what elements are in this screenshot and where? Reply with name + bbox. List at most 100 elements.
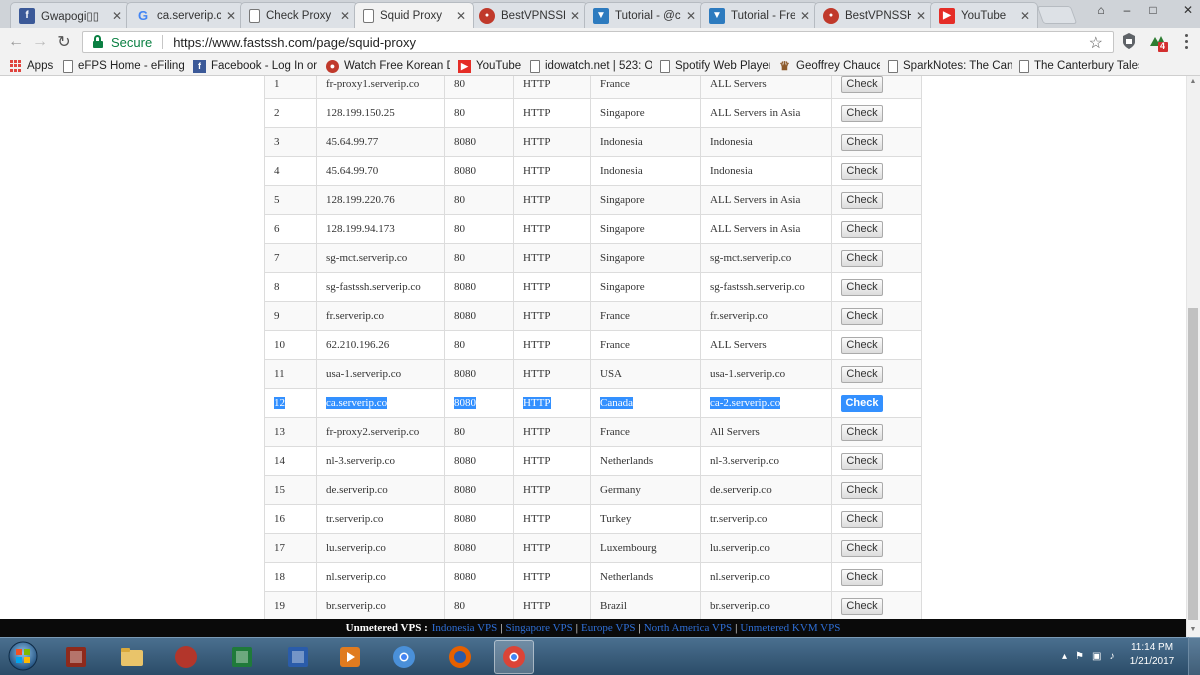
show-desktop-button[interactable] (1188, 637, 1200, 675)
volume-icon[interactable]: ♪ (1109, 651, 1114, 662)
bookmark-item[interactable]: f Facebook - Log In or (193, 58, 321, 74)
proxy-country: Singapore (600, 252, 645, 264)
reload-button[interactable]: ↻ (54, 32, 74, 52)
bookmark-star-icon[interactable]: ☆ (1089, 33, 1103, 53)
proxy-country-cell: Singapore (590, 214, 701, 244)
chromium-app[interactable] (384, 640, 424, 674)
app-round-red[interactable] (166, 640, 206, 674)
bookmark-item[interactable]: Spotify Web Player (660, 58, 770, 74)
check-button[interactable]: Check (841, 278, 883, 296)
new-tab-button[interactable] (1036, 6, 1078, 24)
proxy-country: Turkey (600, 513, 632, 525)
bookmark-item[interactable]: ♛ Geoffrey Chaucer (778, 58, 880, 74)
tab-2[interactable]: Gca.serverip.cc ✕ (126, 2, 244, 28)
check-button[interactable]: Check (841, 191, 883, 209)
tab-close-icon[interactable]: ✕ (915, 9, 927, 23)
scroll-down-arrow-icon[interactable]: ▼ (1188, 626, 1198, 634)
minimize-button[interactable]: – (1114, 0, 1140, 20)
server-name: All Servers (710, 426, 760, 438)
scroll-thumb[interactable] (1188, 308, 1198, 620)
proxy-country: Luxembourg (600, 542, 657, 554)
address-bar[interactable]: Secure https://www.fastssh.com/page/squi… (82, 31, 1114, 53)
excel-app[interactable] (222, 640, 262, 674)
tab-9[interactable]: ▶ YouTube ✕ (930, 2, 1038, 28)
chrome-app[interactable] (494, 640, 534, 674)
forward-button[interactable]: → (30, 32, 50, 52)
check-button[interactable]: Check (841, 452, 883, 470)
explorer-app[interactable] (112, 640, 152, 674)
firefox-app[interactable] (440, 640, 480, 674)
user-profile-icon[interactable]: ⌂ (1088, 0, 1114, 20)
vps-link[interactable]: Indonesia VPS (432, 622, 498, 634)
bookmark-item[interactable]: SparkNotes: The Cant (888, 58, 1012, 74)
check-button[interactable]: Check (841, 365, 883, 383)
proxy-port: 8080 (454, 542, 476, 554)
row-number: 12 (274, 397, 285, 409)
check-button[interactable]: Check (841, 307, 883, 325)
extension-badge-icon[interactable]: 4 (1148, 32, 1168, 52)
system-clock[interactable]: 11:14 PM 1/21/2017 (1122, 641, 1182, 669)
tab-close-icon[interactable]: ✕ (685, 9, 697, 23)
tab-6[interactable]: ▼ Tutorial - @c ✕ (584, 2, 704, 28)
tab-1[interactable]: f Gwapogi▯▯ ✕ (10, 2, 130, 28)
winrar-app[interactable] (56, 640, 96, 674)
bookmark-item[interactable]: The Canterbury Tales (1019, 58, 1139, 74)
scroll-up-arrow-icon[interactable]: ▲ (1188, 78, 1198, 86)
tab-7[interactable]: ▼ Tutorial - Fre ✕ (700, 2, 818, 28)
check-button[interactable]: Check (841, 162, 883, 180)
tab-3[interactable]: Check Proxy ✕ (240, 2, 358, 28)
bookmark-item[interactable]: ▶ YouTube (458, 58, 524, 74)
vps-link[interactable]: North America VPS (644, 622, 732, 634)
vps-link[interactable]: Singapore VPS (505, 622, 572, 634)
network-icon[interactable]: ▣ (1092, 651, 1101, 662)
tray-expand-icon[interactable]: ▴ (1062, 651, 1067, 662)
tab-4[interactable]: Squid Proxy ✕ (354, 2, 474, 28)
check-button[interactable]: Check (841, 597, 883, 615)
bookmark-item[interactable]: Apps (9, 58, 59, 74)
bookmark-item[interactable]: ● Watch Free Korean Dr (326, 58, 450, 74)
check-button[interactable]: Check (841, 510, 883, 528)
action-center-flag-icon[interactable]: ⚑ (1075, 651, 1084, 662)
check-button[interactable]: Check (841, 539, 883, 557)
proxy-host: fr-proxy2.serverip.co (326, 426, 420, 438)
url-text[interactable]: https://www.fastssh.com/page/squid-proxy (173, 35, 416, 50)
maximize-button[interactable]: □ (1140, 0, 1166, 20)
check-button[interactable]: Check (841, 133, 883, 151)
check-cell: Check (831, 562, 922, 592)
bookmark-item[interactable]: idowatch.net | 523: O (530, 58, 652, 74)
tab-close-icon[interactable]: ✕ (339, 9, 351, 23)
check-button[interactable]: Check (841, 249, 883, 267)
tab-close-icon[interactable]: ✕ (569, 9, 581, 23)
proxy-type: HTTP (523, 571, 551, 583)
check-button[interactable]: Check (841, 76, 883, 93)
tab-5[interactable]: ● BestVPNSSH ✕ (470, 2, 588, 28)
tab-close-icon[interactable]: ✕ (225, 9, 237, 23)
back-button[interactable]: ← (6, 32, 26, 52)
close-window-button[interactable]: ✕ (1166, 0, 1200, 20)
vps-link[interactable]: Unmetered KVM VPS (740, 622, 840, 634)
tab-close-icon[interactable]: ✕ (1019, 9, 1031, 23)
vps-link[interactable]: Europe VPS (581, 622, 636, 634)
extension-shield-icon[interactable] (1120, 32, 1138, 50)
tab-close-icon[interactable]: ✕ (799, 9, 811, 23)
word-app[interactable] (278, 640, 318, 674)
proxy-type: HTTP (523, 484, 551, 496)
tab-8[interactable]: ● BestVPNSSH ✕ (814, 2, 934, 28)
google-icon: G (137, 8, 149, 23)
check-cell: Check (831, 156, 922, 186)
bookmark-item[interactable]: eFPS Home - eFiling a (63, 58, 185, 74)
browser-menu-icon[interactable] (1178, 32, 1194, 50)
table-row: 10 62.210.196.26 80 HTTP France ALL Servers Ch… (264, 330, 922, 360)
check-button[interactable]: Check (841, 568, 883, 586)
tab-close-icon[interactable]: ✕ (455, 9, 467, 23)
row-number-cell: 7 (264, 243, 317, 273)
check-button[interactable]: Check (841, 336, 883, 354)
tab-close-icon[interactable]: ✕ (111, 9, 123, 23)
check-button[interactable]: Check (841, 104, 883, 122)
start-button[interactable] (6, 641, 40, 671)
check-button[interactable]: Check (841, 423, 883, 441)
media-player-app[interactable] (330, 640, 370, 674)
check-button[interactable]: Check (841, 481, 883, 499)
check-button[interactable]: Check (841, 220, 883, 238)
check-button[interactable]: Check (841, 394, 883, 412)
